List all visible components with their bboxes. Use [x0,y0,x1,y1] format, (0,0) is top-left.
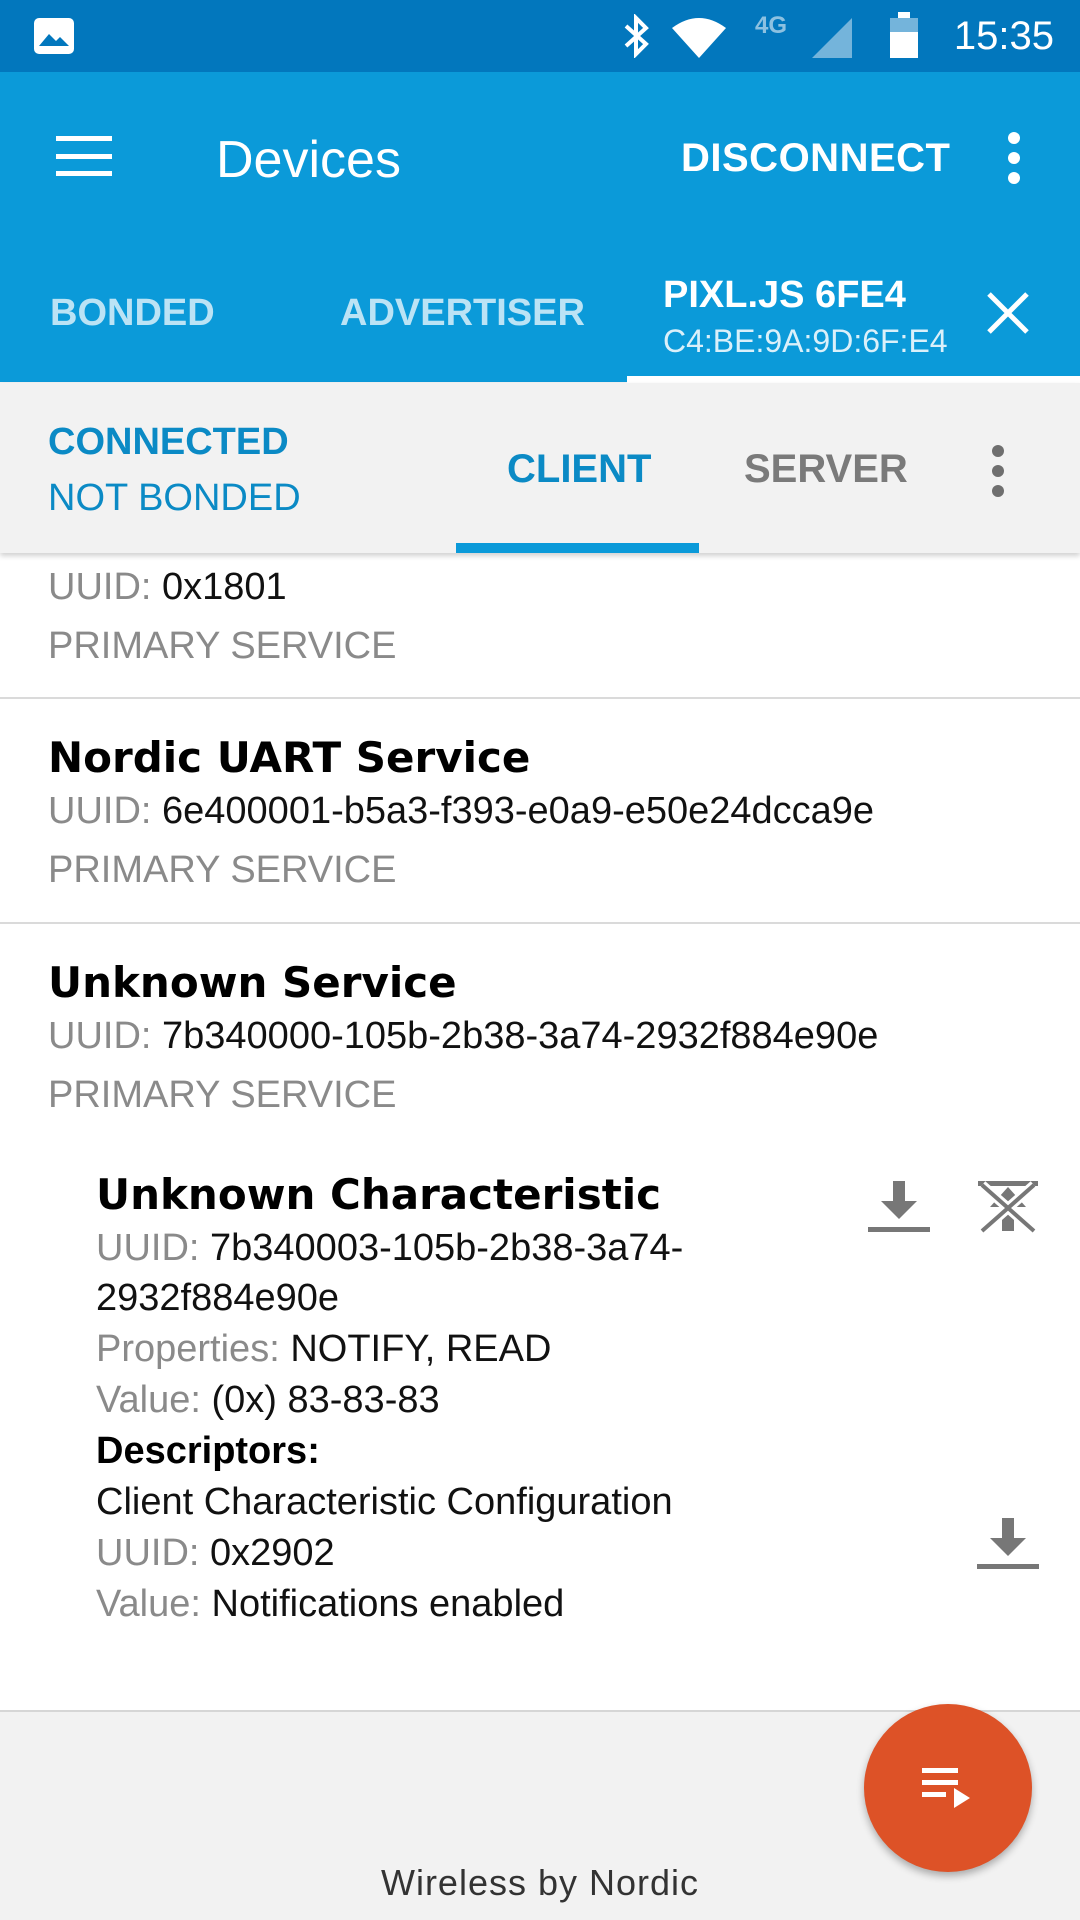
service-item[interactable]: UUID: 0x1801 PRIMARY SERVICE [48,568,396,668]
status-bar: 4G 15:35 [0,0,1080,72]
wifi-icon [672,18,726,58]
service-item[interactable]: Unknown Service UUID: 7b340000-105b-2b38… [48,958,878,1117]
descriptor-value: Notifications enabled [211,1583,565,1625]
characteristic-uuid-cont: 2932f884e90e [96,1277,340,1319]
connection-state: CONNECTED [48,421,289,463]
service-name: Nordic UART Service [48,733,531,782]
service-uuid: 6e400001-b5a3-f393-e0a9-e50e24dcca9e [162,790,875,832]
descriptor-name: Client Characteristic Configuration [96,1481,673,1523]
client-tab-indicator [456,543,699,553]
gallery-icon [34,18,74,54]
value-label: Value: [96,1583,201,1625]
service-uuid: 0x1801 [162,566,287,608]
device-name: PIXL.JS 6FE4 [663,274,906,316]
more-vert-icon[interactable] [1004,132,1024,184]
uuid-label: UUID: [96,1227,200,1269]
uuid-label: UUID: [48,566,152,608]
notifications-disable-icon[interactable] [978,1181,1038,1233]
tab-client[interactable]: CLIENT [507,447,651,492]
more-vert-icon[interactable] [988,445,1008,497]
divider [0,922,1080,924]
uuid-label: UUID: [48,1015,152,1057]
service-uuid: 7b340000-105b-2b38-3a74-2932f884e90e [162,1015,879,1057]
brand-label: Wireless by Nordic [380,1862,700,1903]
tab-indicator [627,376,1080,383]
bluetooth-icon [624,14,649,58]
service-name: Unknown Service [48,958,457,1007]
clock: 15:35 [953,14,1054,58]
service-item[interactable]: Nordic UART Service UUID: 6e400001-b5a3-… [48,733,874,892]
uuid-label: UUID: [96,1532,200,1574]
disconnect-button[interactable]: DISCONNECT [681,136,950,181]
log-fab-button[interactable] [864,1704,1032,1872]
uuid-label: UUID: [48,790,152,832]
characteristic-value: (0x) 83-83-83 [211,1379,440,1421]
signal-icon [812,18,852,58]
characteristic-item[interactable]: Unknown Characteristic UUID: 7b340003-10… [96,1170,856,1636]
hamburger-menu-icon[interactable] [56,136,112,176]
properties-value: NOTIFY, READ [290,1328,552,1370]
read-download-icon[interactable] [868,1181,930,1233]
service-type: PRIMARY SERVICE [48,625,397,667]
connection-bar: CONNECTED NOT BONDED CLIENT SERVER [0,383,1080,553]
battery-icon [890,12,918,58]
characteristic-uuid: 7b340003-105b-2b38-3a74- [210,1227,684,1269]
device-mac: C4:BE:9A:9D:6F:E4 [663,323,948,359]
tab-server[interactable]: SERVER [744,447,908,492]
descriptors-heading: Descriptors: [96,1430,320,1472]
value-label: Value: [96,1379,201,1421]
descriptor-read-icon[interactable] [977,1518,1039,1570]
services-list[interactable]: UUID: 0x1801 PRIMARY SERVICE Nordic UART… [0,553,1080,1710]
characteristic-name: Unknown Characteristic [96,1170,662,1219]
close-icon[interactable] [985,290,1031,336]
properties-label: Properties: [96,1328,280,1370]
service-type: PRIMARY SERVICE [48,849,397,891]
descriptor-uuid: 0x2902 [210,1532,335,1574]
service-type: PRIMARY SERVICE [48,1074,397,1116]
bond-state: NOT BONDED [48,477,301,519]
divider [0,697,1080,699]
tab-device[interactable]: PIXL.JS 6FE4 C4:BE:9A:9D:6F:E4 [663,274,948,360]
log-list-icon [922,1768,970,1808]
network-type-label: 4G [755,12,788,39]
page-title: Devices [216,131,401,189]
